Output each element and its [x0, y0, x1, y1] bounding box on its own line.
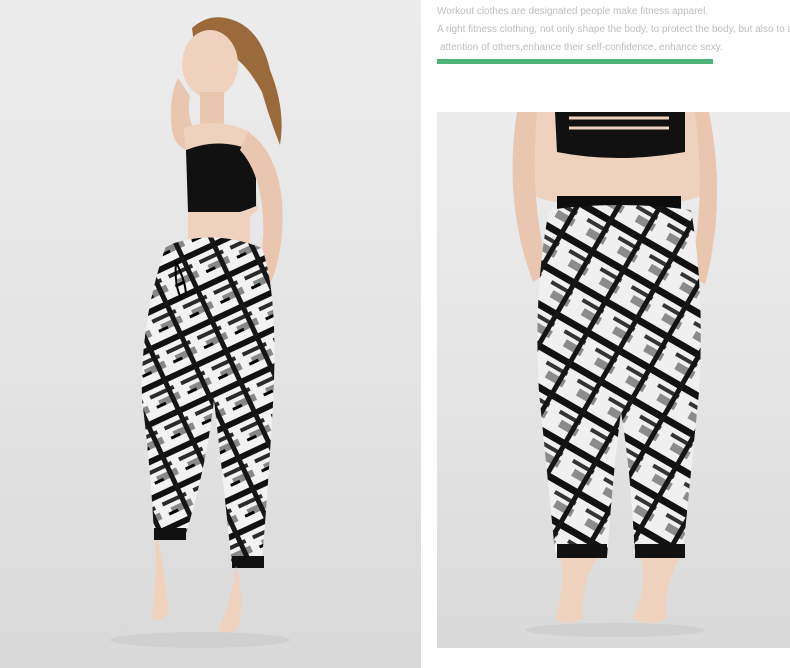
right-foot	[218, 566, 242, 635]
left-foot	[152, 540, 168, 620]
printed-jogger-pants-back	[537, 205, 701, 558]
head	[182, 30, 238, 98]
left-foot-back	[555, 558, 597, 623]
photo-divider	[425, 0, 433, 668]
right-foot-back	[633, 558, 679, 623]
model-back-view-illustration	[512, 112, 718, 637]
product-copy: Workout clothes are designated people ma…	[437, 4, 790, 56]
green-accent-rule	[437, 59, 713, 64]
copy-line-1: Workout clothes are designated people ma…	[437, 6, 709, 17]
printed-jogger-pants	[141, 237, 275, 566]
model-side-view-illustration	[110, 17, 290, 648]
copy-line-2: A right fitness clothing, not only shape…	[437, 24, 790, 35]
copy-line-3: attention of others,enhance their self-c…	[440, 42, 723, 53]
product-photo-back-view	[437, 112, 790, 648]
product-photo-side-view	[0, 0, 421, 668]
